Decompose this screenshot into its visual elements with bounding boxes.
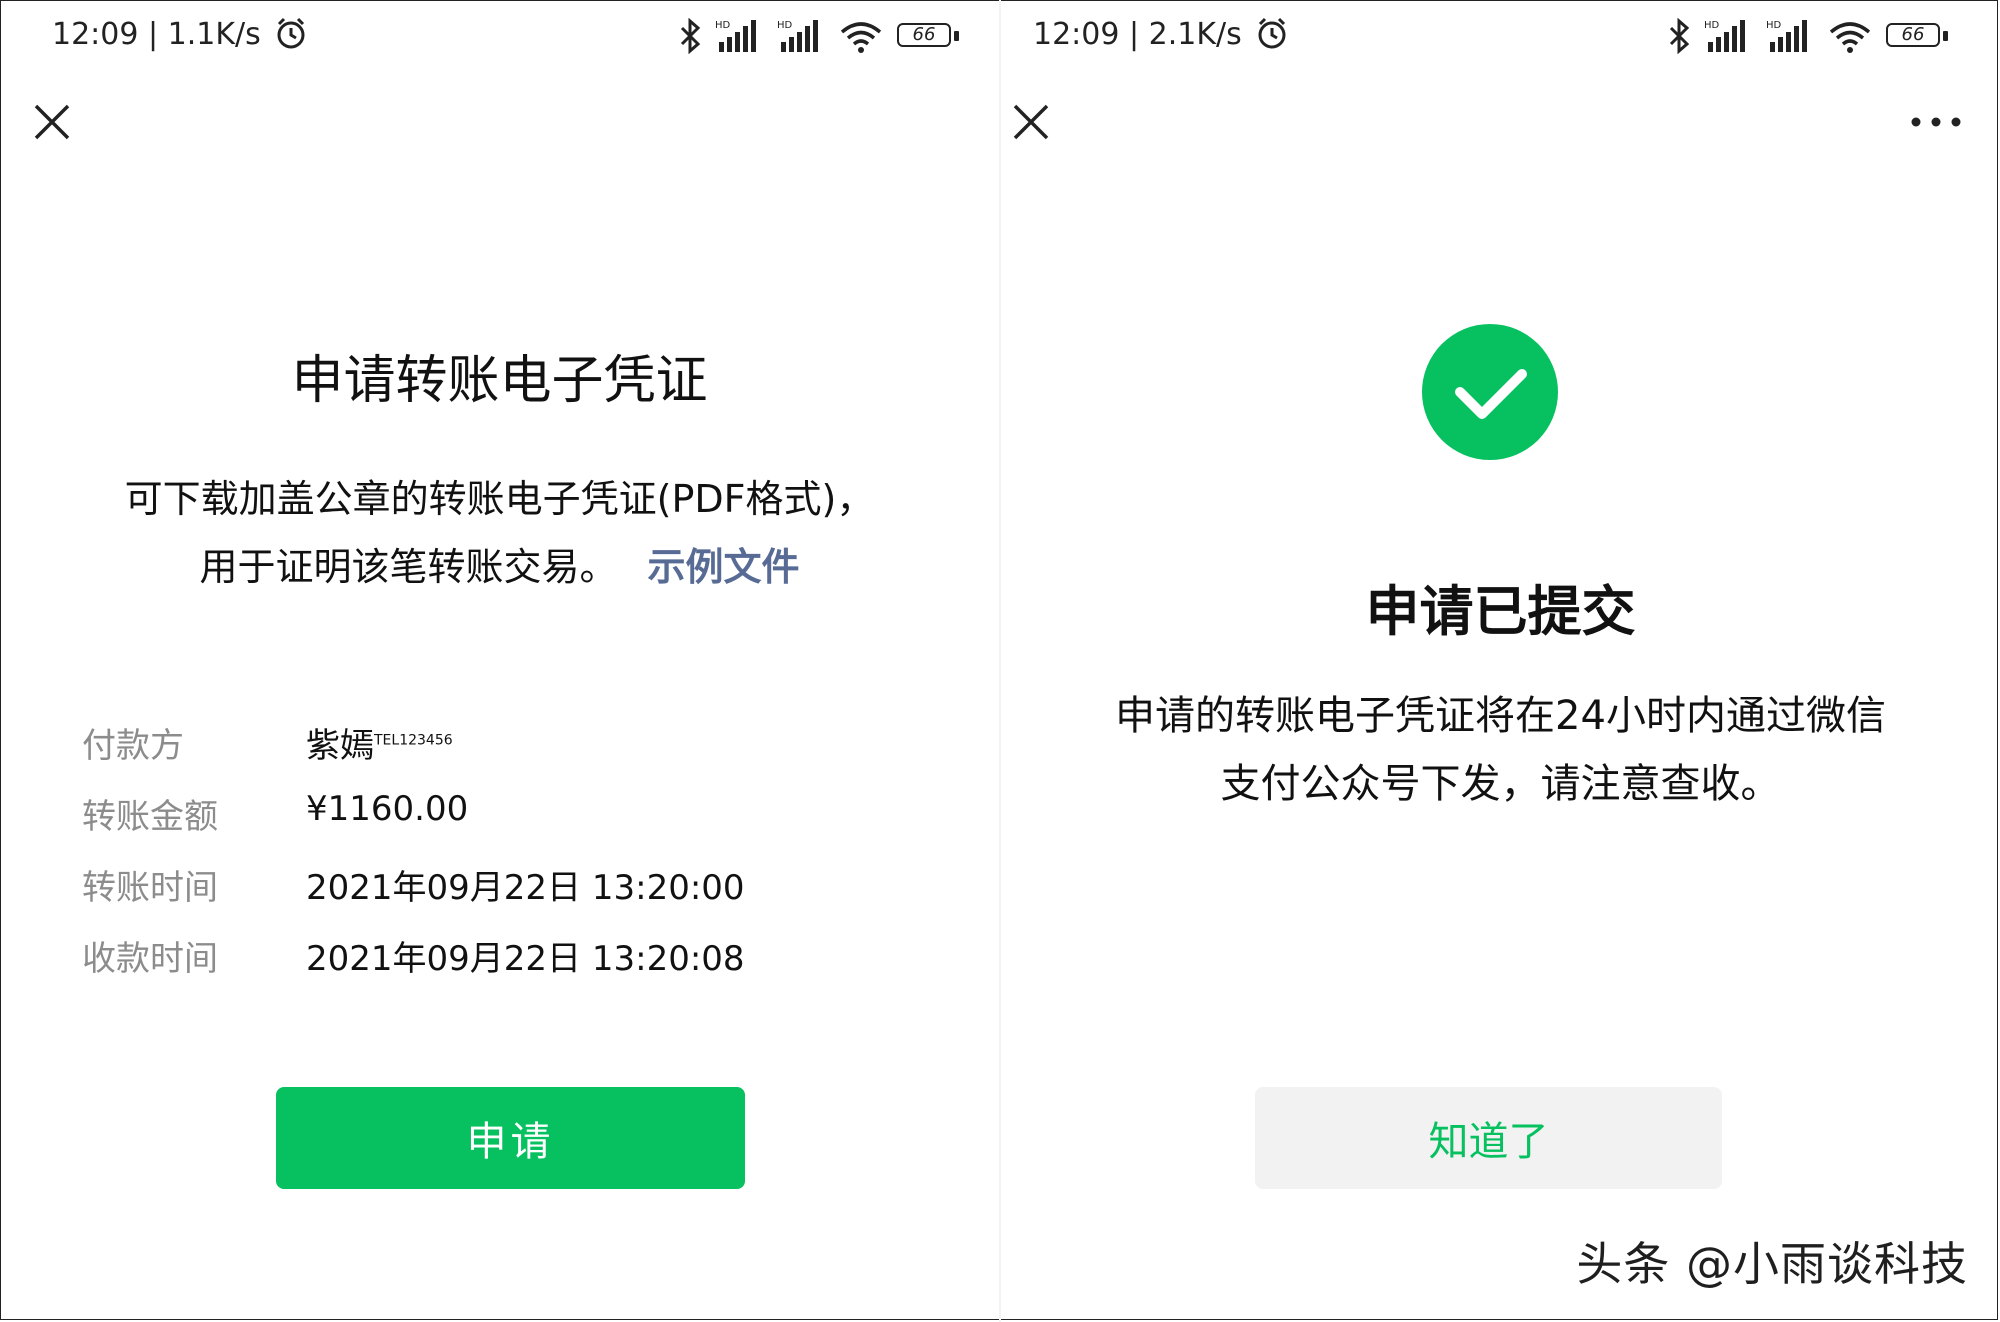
alarm-icon <box>277 17 305 49</box>
wifi-icon <box>840 22 882 53</box>
battery-level: 66 <box>1901 24 1925 45</box>
status-bar: 12:09 | 1.1K/s HD HD 66 <box>0 0 999 80</box>
amount-value: ¥1160.00 <box>306 789 469 829</box>
svg-text:HD: HD <box>715 20 731 31</box>
amount-label: 转账金额 <box>82 797 218 837</box>
success-description-line-2: 支付公众号下发，请注意查收。 <box>1220 761 1781 807</box>
status-bar: 12:09 | 2.1K/s HD HD 66 <box>1001 0 2000 80</box>
description-line-1: 可下载加盖公章的转账电子凭证(PDF格式)， <box>124 477 875 521</box>
wifi-icon <box>1829 22 1871 53</box>
svg-text:HD: HD <box>1704 20 1720 31</box>
success-title: 申请已提交 <box>1365 580 1636 643</box>
bluetooth-icon <box>680 18 701 54</box>
battery-icon: 66 <box>1886 23 1948 49</box>
time-speed-text: 12:09 | 1.1K/s <box>52 17 261 52</box>
page-title: 申请转账电子凭证 <box>291 351 708 411</box>
transfer-time-value: 2021年09月22日 13:20:00 <box>306 868 745 908</box>
apply-button[interactable]: 申请 <box>276 1087 745 1189</box>
svg-text:HD: HD <box>777 20 793 31</box>
watermark: 头条 @小雨谈科技 <box>1576 1237 1968 1291</box>
payer-label: 付款方 <box>82 726 184 766</box>
time-speed-text: 12:09 | 2.1K/s <box>1033 17 1242 52</box>
status-time-speed: 12:09 | 1.1K/s <box>52 16 308 52</box>
page-description: 可下载加盖公章的转账电子凭证(PDF格式)， 用于证明该笔转账交易。 示例文件 <box>40 465 959 601</box>
receive-time-label: 收款时间 <box>82 939 218 979</box>
application-submitted-screen: 12:09 | 2.1K/s HD HD 66 申请已提交 申请的转账电子凭证将… <box>1001 0 2000 1322</box>
battery-icon: 66 <box>897 23 959 49</box>
description-line-2: 用于证明该笔转账交易。 示例文件 <box>40 533 959 601</box>
payer-name: 紫嫣 <box>306 726 374 766</box>
got-it-button[interactable]: 知道了 <box>1255 1087 1722 1189</box>
svg-text:HD: HD <box>1766 20 1782 31</box>
checkmark-icon <box>1422 324 1558 460</box>
apply-voucher-screen: 12:09 | 1.1K/s HD HD 66 申请转账电子凭证 可下载加盖公章… <box>0 0 999 1322</box>
bluetooth-icon <box>1669 18 1690 54</box>
more-icon[interactable] <box>1908 106 1964 138</box>
receive-time-value: 2021年09月22日 13:20:08 <box>306 939 745 979</box>
payer-value: 紫嫣TEL123456 <box>306 718 453 767</box>
battery-level: 66 <box>912 24 936 45</box>
alarm-icon <box>1258 17 1286 49</box>
description-line-2-text: 用于证明该笔转账交易。 <box>199 545 618 589</box>
signal-icon: HD <box>715 20 756 52</box>
status-icons: HD HD 66 <box>679 18 959 54</box>
close-icon[interactable] <box>1009 100 1053 144</box>
success-description: 申请的转账电子凭证将在24小时内通过微信 支付公众号下发，请注意查收。 <box>1041 682 1960 818</box>
success-description-line-1: 申请的转账电子凭证将在24小时内通过微信 <box>1115 693 1886 739</box>
status-time-speed: 12:09 | 2.1K/s <box>1033 16 1289 52</box>
transfer-time-label: 转账时间 <box>82 868 218 908</box>
signal-icon: HD <box>777 20 818 52</box>
status-icons: HD HD 66 <box>1668 18 1948 54</box>
signal-icon: HD <box>1704 20 1745 52</box>
example-file-link[interactable]: 示例文件 <box>648 545 800 589</box>
payer-tel: TEL123456 <box>374 732 453 749</box>
close-icon[interactable] <box>30 100 74 144</box>
signal-icon: HD <box>1766 20 1807 52</box>
